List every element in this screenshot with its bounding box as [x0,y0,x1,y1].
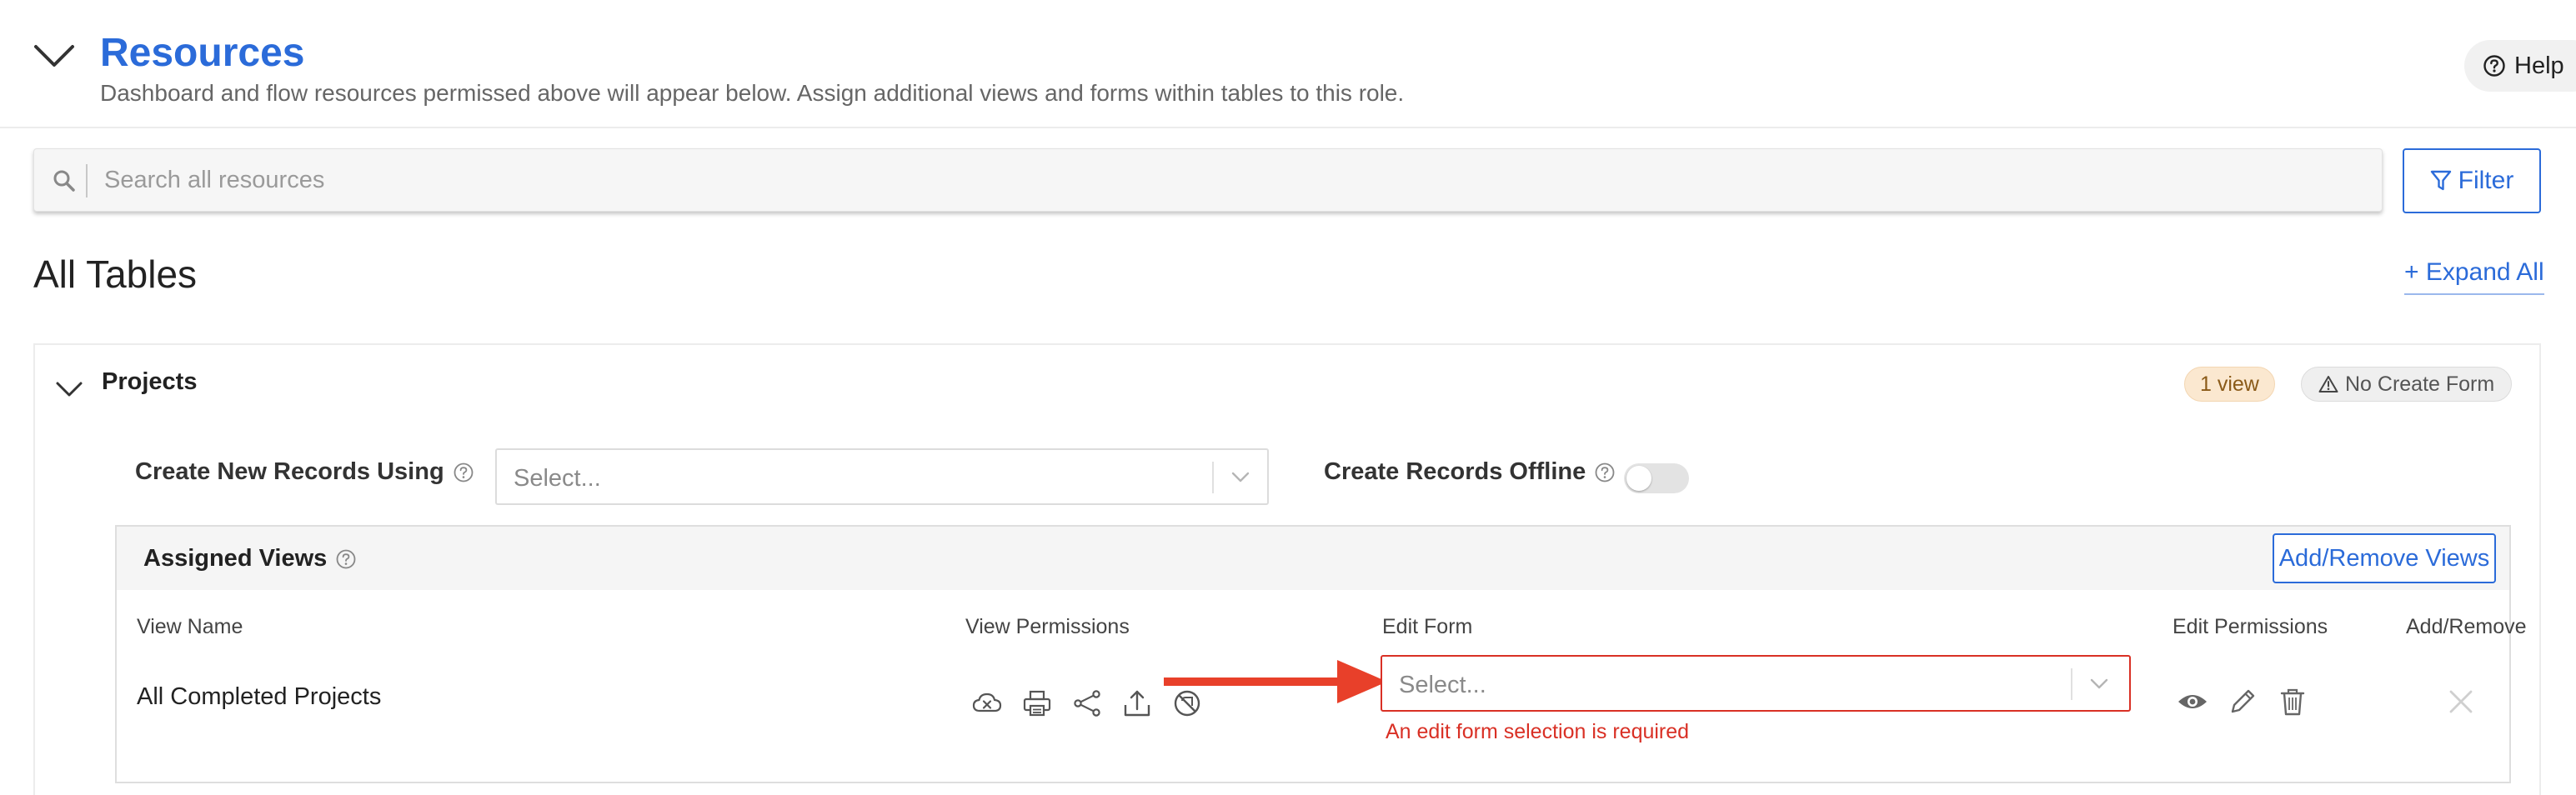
warning-triangle-icon [2318,375,2345,393]
assigned-views-title: Assigned Views [143,545,357,572]
export-icon[interactable] [1120,687,1154,720]
create-new-records-text: Create New Records Using [135,458,444,485]
assigned-views-header: Assigned Views Add/Remove Views [117,527,2509,590]
select-placeholder: Select... [514,465,601,492]
view-name-cell: All Completed Projects [137,683,382,710]
views-count-badge: 1 view [2184,367,2275,402]
select-separator [1212,462,1214,493]
column-header-add-remove: Add/Remove [2406,615,2527,638]
annotation-arrow [1164,658,1389,705]
page-subtitle: Dashboard and flow resources permissed a… [100,80,1405,106]
select-separator [2071,668,2072,700]
print-icon[interactable] [1020,687,1054,720]
section-title: All Tables [33,252,198,296]
collapse-projects-chevron-icon[interactable] [55,380,83,398]
remove-view-close-icon[interactable] [2446,687,2476,717]
trash-icon[interactable] [2276,685,2309,718]
assigned-views-text: Assigned Views [143,545,328,572]
help-label: Help [2514,52,2564,79]
help-button[interactable]: Help [2464,40,2576,92]
expand-all-link[interactable]: + Expand All [2404,258,2544,295]
filter-button[interactable]: Filter [2403,148,2541,213]
assigned-views-panel: Assigned Views Add/Remove Views View Nam… [115,525,2527,783]
help-circle-icon [2483,54,2514,78]
header-divider [0,127,2576,128]
no-create-form-badge: No Create Form [2301,367,2513,402]
search-bar [33,148,2383,212]
create-new-records-label: Create New Records Using [135,458,474,486]
select-placeholder: Select... [1399,672,1486,698]
collapse-resources-chevron-icon[interactable] [33,43,75,68]
toggle-knob [1626,466,1651,491]
chevron-down-icon [2089,676,2109,691]
help-circle-icon[interactable] [453,462,474,483]
help-circle-icon[interactable] [1594,462,1616,483]
chevron-down-icon [1230,469,1250,484]
page-title: Resources [100,31,305,75]
create-records-offline-label: Create Records Offline [1324,458,1616,486]
create-records-offline-text: Create Records Offline [1324,458,1586,485]
search-icon [51,168,78,194]
table-card-projects: Projects 1 view No Create Form Create Ne… [33,343,2541,795]
filter-label: Filter [2458,167,2514,194]
funnel-icon [2430,169,2458,192]
table-name: Projects [102,368,198,395]
add-remove-views-button[interactable]: Add/Remove Views [2273,533,2496,583]
pencil-icon[interactable] [2226,685,2259,718]
edit-form-select[interactable]: Select... [1381,655,2131,712]
column-header-view-permissions: View Permissions [965,615,1130,638]
no-create-form-label: No Create Form [2345,372,2495,396]
column-header-edit-permissions: Edit Permissions [2173,615,2328,638]
column-header-view-name: View Name [137,615,243,638]
search-separator [86,164,88,198]
create-records-offline-toggle[interactable] [1624,463,1689,493]
offline-disabled-icon[interactable] [970,687,1004,720]
edit-form-error-message: An edit form selection is required [1386,720,1690,743]
eye-icon[interactable] [2176,685,2209,718]
share-icon[interactable] [1070,687,1104,720]
search-input[interactable] [104,158,2355,202]
create-new-records-select[interactable]: Select... [495,448,1269,505]
column-header-edit-form: Edit Form [1382,615,1473,638]
help-circle-icon[interactable] [335,548,357,570]
